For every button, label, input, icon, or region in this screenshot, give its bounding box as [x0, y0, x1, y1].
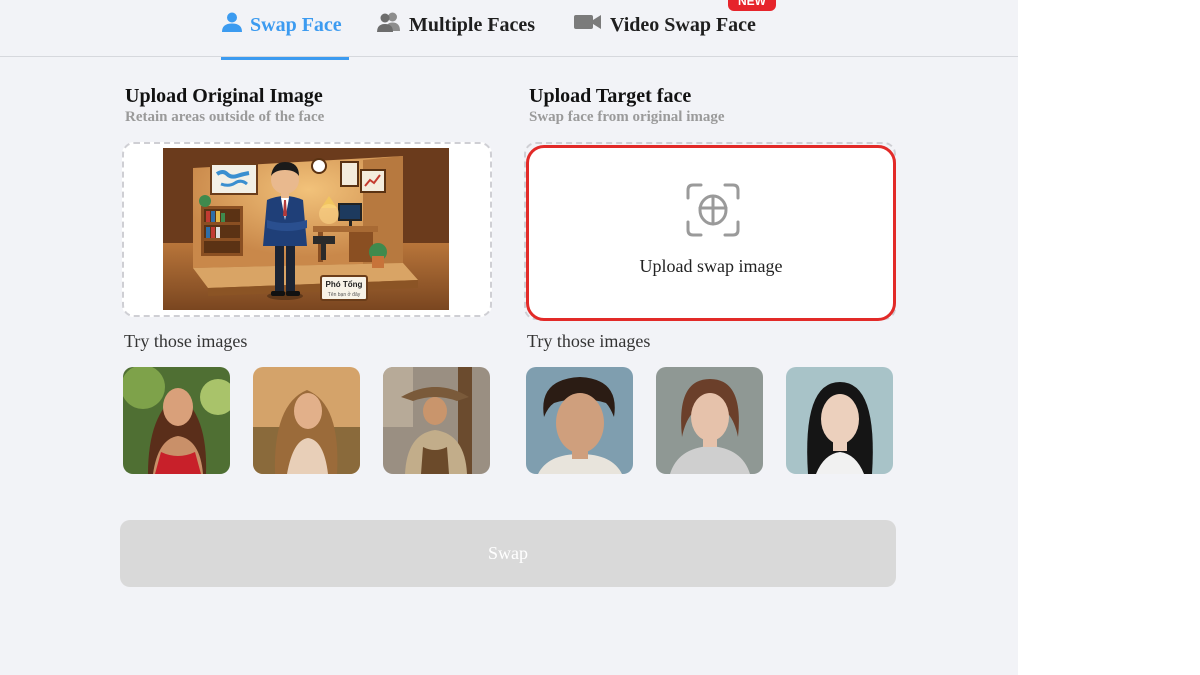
original-title: Upload Original Image — [125, 85, 323, 107]
video-camera-icon — [573, 12, 603, 38]
original-subtitle: Retain areas outside of the face — [125, 109, 325, 125]
new-badge: NEW — [728, 0, 776, 11]
tab-video-swap-face[interactable]: Video Swap Face — [573, 10, 756, 40]
target-subtitle: Swap face from original image — [529, 109, 725, 125]
target-title: Upload Target face — [529, 85, 692, 107]
nameplate-subtitle: Tên bạn ở đây — [328, 291, 361, 298]
users-icon — [376, 11, 402, 39]
sample-original-thumb[interactable] — [253, 367, 360, 474]
swap-button[interactable]: Swap — [120, 520, 896, 587]
tab-label: Multiple Faces — [409, 13, 536, 36]
sample-face-thumb[interactable] — [656, 367, 763, 474]
nameplate-title: Phó Tổng — [326, 280, 363, 289]
original-try-label: Try those images — [124, 331, 248, 351]
sample-face-thumb[interactable] — [526, 367, 633, 474]
upload-swap-image-label: Upload swap image — [639, 256, 783, 276]
tab-multiple-faces[interactable]: Multiple Faces — [376, 10, 535, 40]
target-upload-box[interactable]: Upload swap image — [526, 145, 896, 321]
tab-label: Video Swap Face — [610, 13, 756, 36]
face-scan-icon — [685, 182, 741, 243]
nameplate: Phó Tổng Tên bạn ở đây — [320, 275, 368, 301]
tab-bar: Swap Face Multiple Faces Video Swap Face… — [0, 0, 1018, 57]
active-tab-indicator — [221, 57, 349, 60]
tab-label: Swap Face — [250, 13, 342, 36]
main-panel: Swap Face Multiple Faces Video Swap Face… — [0, 0, 1018, 675]
tab-swap-face[interactable]: Swap Face — [221, 10, 342, 40]
original-image-preview: Phó Tổng Tên bạn ở đây — [163, 148, 449, 310]
sample-original-thumb[interactable] — [383, 367, 490, 474]
sample-face-thumb[interactable] — [786, 367, 893, 474]
user-icon — [221, 11, 243, 39]
sample-original-thumb[interactable] — [123, 367, 230, 474]
target-try-label: Try those images — [527, 331, 651, 351]
